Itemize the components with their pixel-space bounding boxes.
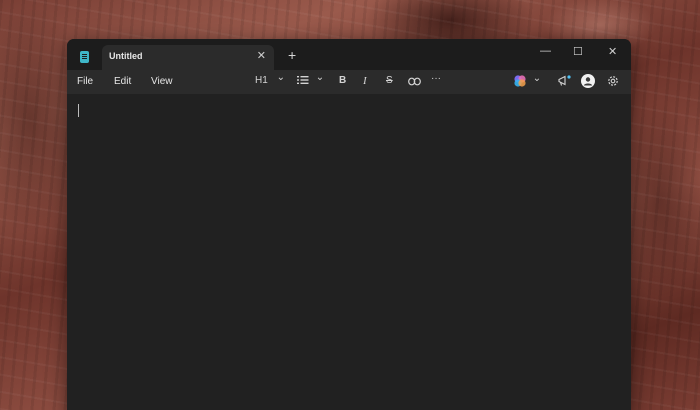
chevron-down-icon: ⌄ — [315, 72, 325, 83]
megaphone-icon — [558, 75, 571, 86]
account-button[interactable] — [581, 74, 595, 91]
minimize-button[interactable]: — — [540, 45, 551, 57]
close-button[interactable]: ✕ — [608, 45, 617, 58]
settings-button[interactable] — [607, 75, 619, 90]
new-tab-button[interactable]: + — [288, 48, 296, 62]
italic-button[interactable]: I — [363, 75, 367, 87]
menu-toolbar: File Edit View H1 ⌄ ⌄ B I S ··· ⌄ — [67, 70, 631, 94]
link-icon — [408, 77, 421, 86]
menu-view[interactable]: View — [151, 76, 173, 87]
strikethrough-button[interactable]: S — [386, 75, 393, 86]
menu-edit[interactable]: Edit — [114, 76, 131, 87]
settings-icon — [608, 76, 618, 86]
chevron-down-icon: ⌄ — [276, 72, 285, 83]
account-icon — [581, 74, 595, 88]
notepad-app-icon — [80, 51, 89, 63]
notepad-window: Untitled ✕ + — ☐ ✕ File Edit View H1 ⌄ ⌄ — [67, 39, 631, 410]
tab-untitled[interactable]: Untitled ✕ — [102, 45, 274, 70]
copilot-button[interactable]: ⌄ — [514, 72, 542, 87]
heading-label: H1 — [255, 75, 268, 86]
title-bar: Untitled ✕ + — ☐ ✕ — [67, 39, 631, 70]
link-button[interactable] — [408, 77, 421, 89]
text-editor[interactable] — [67, 94, 631, 410]
menu-file[interactable]: File — [77, 76, 93, 87]
chevron-down-icon: ⌄ — [532, 72, 542, 84]
text-caret — [78, 104, 79, 117]
more-options-button[interactable]: ··· — [431, 73, 441, 84]
list-dropdown[interactable]: ⌄ — [297, 72, 325, 86]
copilot-icon — [514, 75, 526, 87]
maximize-button[interactable]: ☐ — [573, 45, 583, 58]
bold-button[interactable]: B — [339, 75, 346, 86]
whats-new-button[interactable] — [558, 75, 571, 90]
list-icon — [297, 76, 309, 85]
heading-dropdown[interactable]: H1 ⌄ — [255, 72, 285, 86]
tab-title: Untitled — [109, 51, 143, 61]
tab-close-icon[interactable]: ✕ — [257, 49, 266, 62]
